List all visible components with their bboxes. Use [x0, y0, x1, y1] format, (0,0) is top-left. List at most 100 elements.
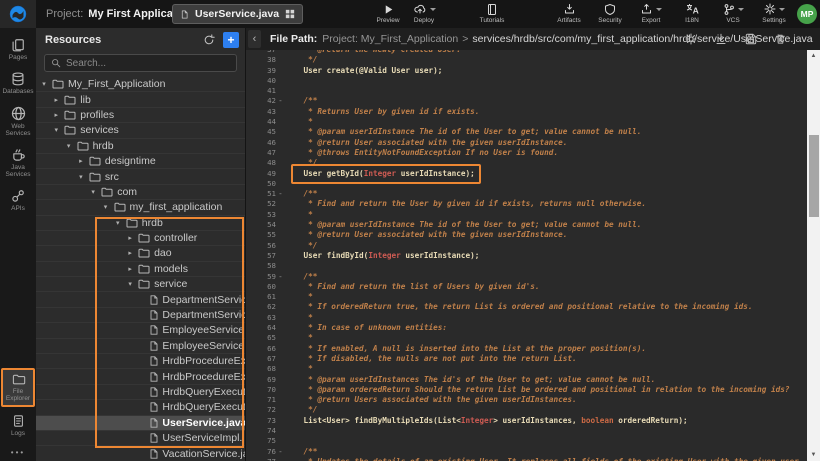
code-line-73[interactable]: 73 List<User> findByMultipleIds(List<Int… — [246, 416, 807, 426]
chevron-down-icon[interactable]: ▾ — [40, 80, 48, 88]
wavemaker-logo[interactable] — [0, 0, 36, 28]
settings-button[interactable]: Settings — [756, 2, 792, 24]
code-line-57[interactable]: 57 User findById(Integer userIdInstance)… — [246, 251, 807, 261]
collapse-panel-button[interactable]: ‹ — [248, 30, 261, 48]
scrollbar-down-arrow[interactable]: ▼ — [807, 449, 820, 461]
delete-button[interactable] — [775, 33, 786, 45]
code-line-65[interactable]: 65 * — [246, 333, 807, 343]
tree-file-VacationService.java[interactable]: VacationService.java — [36, 446, 245, 460]
save-button[interactable] — [745, 33, 757, 45]
deploy-button[interactable]: Deploy — [406, 2, 442, 24]
code-line-43[interactable]: 43 * Returns User by given id if exists. — [246, 107, 807, 117]
scrollbar-up-arrow[interactable]: ▲ — [807, 50, 820, 62]
chevron-right-icon[interactable]: ▸ — [52, 111, 60, 119]
search-input[interactable] — [66, 58, 230, 69]
artifacts-button[interactable]: Artifacts — [551, 2, 587, 24]
code-line-58[interactable]: 58 — [246, 261, 807, 271]
sidebar-item-web-services[interactable]: Web Services — [1, 102, 35, 141]
code-line-77[interactable]: 77 * Updates the details of an existing … — [246, 457, 807, 461]
code-line-76[interactable]: 76- /** — [246, 447, 807, 457]
security-button[interactable]: Security — [592, 2, 628, 24]
sidebar-more-button[interactable]: ••• — [11, 448, 25, 457]
code-line-70[interactable]: 70 * @param orderedReturn Should the ret… — [246, 385, 807, 395]
code-line-38[interactable]: 38 */ — [246, 55, 807, 65]
code-line-46[interactable]: 46 * @return User associated with the gi… — [246, 138, 807, 148]
tree-folder-hrdb[interactable]: ▾hrdb — [36, 216, 245, 231]
i18n-button[interactable]: AI18N — [674, 2, 710, 24]
tree-file-EmployeeServiceImpl.java[interactable]: EmployeeServiceImpl.java — [36, 339, 245, 354]
fold-marker[interactable]: - — [276, 96, 285, 106]
tree-file-HrdbQueryExecutorService.java[interactable]: HrdbQueryExecutorService.java — [36, 385, 245, 400]
chevron-down-icon[interactable]: ▾ — [114, 219, 122, 227]
tree-folder-src[interactable]: ▾src — [36, 169, 245, 184]
sidebar-item-java-services[interactable]: Java Services — [1, 144, 35, 182]
chevron-right-icon[interactable]: ▸ — [126, 249, 134, 257]
preview-button[interactable]: Preview — [370, 2, 406, 24]
code-line-61[interactable]: 61 * — [246, 292, 807, 302]
code-line-63[interactable]: 63 * — [246, 313, 807, 323]
code-line-40[interactable]: 40 — [246, 76, 807, 86]
chevron-right-icon[interactable]: ▸ — [77, 157, 85, 165]
resources-search[interactable] — [44, 54, 237, 72]
tree-file-HrdbProcedureExecutorServiceImpl.java[interactable]: HrdbProcedureExecutorServiceImpl.java — [36, 369, 245, 384]
tree-folder-service[interactable]: ▾service — [36, 277, 245, 292]
tree-folder-my_first_application[interactable]: ▾my_first_application — [36, 200, 245, 215]
code-line-50[interactable]: 50 — [246, 179, 807, 189]
sidebar-item-databases[interactable]: Databases — [1, 68, 35, 99]
code-line-62[interactable]: 62 * If orderedReturn true, the return L… — [246, 302, 807, 312]
fold-marker[interactable]: - — [276, 447, 285, 457]
settings-button[interactable] — [685, 33, 697, 45]
code-line-69[interactable]: 69 * @param userIdInstances The id's of … — [246, 375, 807, 385]
vcs-button[interactable]: VCS — [715, 2, 751, 24]
chevron-down-icon[interactable]: ▾ — [102, 203, 110, 211]
avatar[interactable]: MP — [797, 4, 817, 24]
code-line-44[interactable]: 44 * — [246, 117, 807, 127]
tree-file-DepartmentService.java[interactable]: DepartmentService.java — [36, 292, 245, 307]
tab-userservice-java[interactable]: UserService.java — [172, 4, 303, 24]
sidebar-item-file-explorer[interactable]: File Explorer — [1, 368, 35, 407]
fold-marker[interactable]: - — [276, 189, 285, 199]
code-line-60[interactable]: 60 * Find and return the list of Users b… — [246, 282, 807, 292]
code-line-75[interactable]: 75 — [246, 436, 807, 446]
code-line-39[interactable]: 39 User create(@Valid User user); — [246, 66, 807, 76]
tree-file-UserService.java[interactable]: UserService.java — [36, 416, 245, 431]
tutorials-button[interactable]: Tutorials — [474, 2, 510, 24]
tree-folder-hrdb[interactable]: ▾hrdb — [36, 139, 245, 154]
refresh-icon[interactable] — [203, 34, 215, 46]
download-button[interactable] — [715, 33, 727, 45]
tree-folder-lib[interactable]: ▸lib — [36, 92, 245, 107]
code-line-71[interactable]: 71 * @return Users associated with the g… — [246, 395, 807, 405]
tree-folder-profiles[interactable]: ▸profiles — [36, 108, 245, 123]
tree-folder-services[interactable]: ▾services — [36, 123, 245, 138]
sidebar-item-logs[interactable]: Logs — [1, 410, 35, 441]
code-line-64[interactable]: 64 * In case of unknown entities: — [246, 323, 807, 333]
sidebar-item-apis[interactable]: APIs — [1, 185, 35, 216]
chevron-down-icon[interactable]: ▾ — [77, 173, 85, 181]
tree-file-EmployeeService.java[interactable]: EmployeeService.java — [36, 323, 245, 338]
grid-icon[interactable] — [285, 9, 295, 19]
tree-file-UserServiceImpl.java[interactable]: UserServiceImpl.java — [36, 431, 245, 446]
chevron-down-icon[interactable]: ▾ — [65, 142, 73, 150]
tree-folder-models[interactable]: ▸models — [36, 262, 245, 277]
code-line-67[interactable]: 67 * If disabled, the nulls are not put … — [246, 354, 807, 364]
code-line-41[interactable]: 41 — [246, 86, 807, 96]
code-line-53[interactable]: 53 * — [246, 210, 807, 220]
code-line-56[interactable]: 56 */ — [246, 241, 807, 251]
code-line-49[interactable]: 49 User getById(Integer userIdInstance); — [246, 169, 807, 179]
chevron-down-icon[interactable]: ▾ — [126, 280, 134, 288]
code-line-52[interactable]: 52 * Find and return the User by given i… — [246, 199, 807, 209]
code-line-74[interactable]: 74 — [246, 426, 807, 436]
chevron-right-icon[interactable]: ▸ — [52, 96, 60, 104]
sidebar-item-pages[interactable]: Pages — [1, 34, 35, 65]
code-line-45[interactable]: 45 * @param userIdInstance The id of the… — [246, 127, 807, 137]
tree-file-HrdbProcedureExecutorService.java[interactable]: HrdbProcedureExecutorService.java — [36, 354, 245, 369]
code-line-42[interactable]: 42- /** — [246, 96, 807, 106]
code-line-72[interactable]: 72 */ — [246, 405, 807, 415]
fold-marker[interactable]: - — [276, 272, 285, 282]
chevron-right-icon[interactable]: ▸ — [126, 265, 134, 273]
code-line-54[interactable]: 54 * @param userIdInstance The id of the… — [246, 220, 807, 230]
code-line-68[interactable]: 68 * — [246, 364, 807, 374]
tree-folder-My_First_Application[interactable]: ▾My_First_Application — [36, 77, 245, 92]
add-resource-button[interactable]: + — [223, 32, 239, 48]
tree-file-DepartmentServiceImpl.java[interactable]: DepartmentServiceImpl.java — [36, 308, 245, 323]
